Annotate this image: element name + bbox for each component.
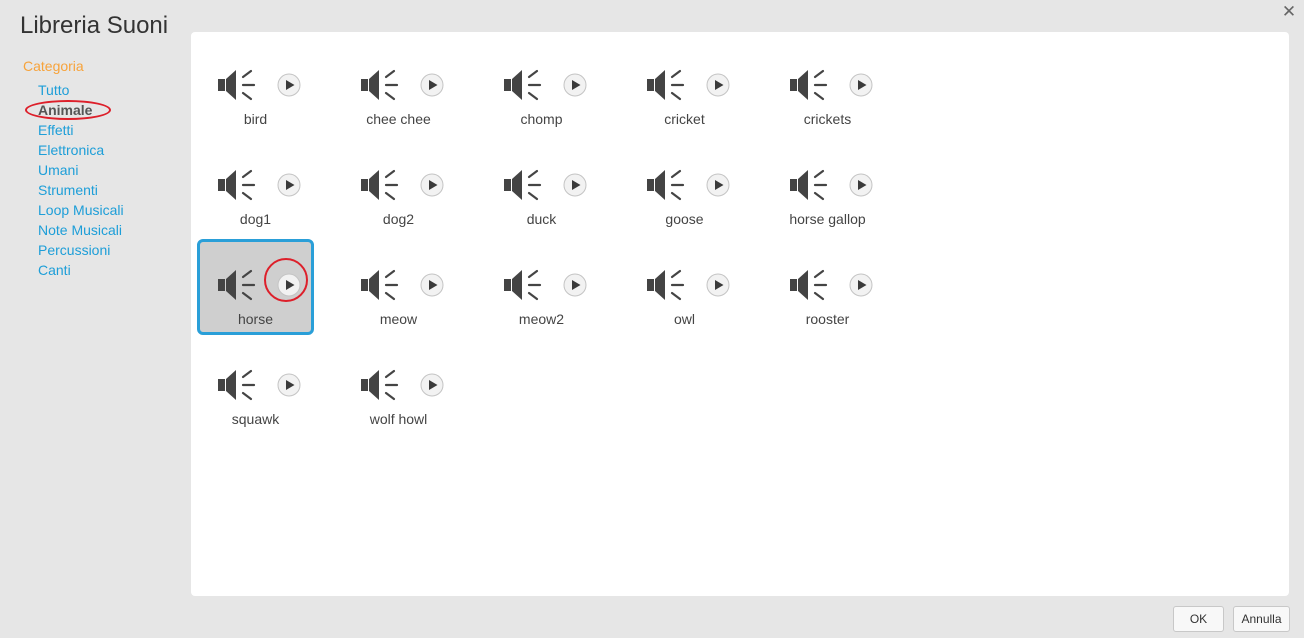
dialog-title: Libreria Suoni (20, 12, 169, 39)
category-item-effetti[interactable]: Effetti (38, 121, 74, 139)
sound-name: dog1 (239, 211, 272, 227)
sound-item-meow2[interactable]: meow2 (483, 239, 600, 335)
play-icon[interactable] (277, 373, 301, 397)
play-icon[interactable] (277, 73, 301, 97)
speaker-icon (790, 68, 828, 102)
ok-button[interactable]: OK (1173, 606, 1224, 632)
sound-item-horse[interactable]: horse (197, 239, 314, 335)
category-item-loop-musicali[interactable]: Loop Musicali (38, 201, 124, 219)
sound-item-bird[interactable]: bird (197, 39, 314, 135)
category-item-elettronica[interactable]: Elettronica (38, 141, 104, 159)
speaker-icon (647, 168, 685, 202)
category-item-animale[interactable]: Animale (38, 101, 92, 119)
speaker-icon (361, 168, 399, 202)
sound-grid-panel: bird chee chee chomp cricket crickets dog1 dog… (191, 32, 1289, 596)
category-item-tutto[interactable]: Tutto (38, 81, 69, 99)
speaker-icon (790, 268, 828, 302)
speaker-icon (361, 68, 399, 102)
play-icon[interactable] (849, 273, 873, 297)
sound-item-squawk[interactable]: squawk (197, 339, 314, 435)
sound-item-duck[interactable]: duck (483, 139, 600, 235)
sound-item-crickets[interactable]: crickets (769, 39, 886, 135)
sound-item-dog2[interactable]: dog2 (340, 139, 457, 235)
sound-name: crickets (803, 111, 852, 127)
sound-item-wolf-howl[interactable]: wolf howl (340, 339, 457, 435)
sound-name: dog2 (382, 211, 415, 227)
speaker-icon (361, 368, 399, 402)
speaker-icon (647, 268, 685, 302)
sound-name: wolf howl (369, 411, 428, 427)
play-icon[interactable] (706, 273, 730, 297)
speaker-icon (361, 268, 399, 302)
play-icon[interactable] (563, 173, 587, 197)
category-item-umani[interactable]: Umani (38, 161, 78, 179)
play-icon[interactable] (849, 73, 873, 97)
sound-name: chomp (520, 111, 563, 127)
play-icon[interactable] (563, 73, 587, 97)
sound-item-owl[interactable]: owl (626, 239, 743, 335)
speaker-icon (218, 268, 256, 302)
sound-name: chee chee (366, 111, 431, 127)
play-icon[interactable] (277, 273, 301, 297)
close-icon[interactable]: ✕ (1280, 2, 1298, 22)
category-item-strumenti[interactable]: Strumenti (38, 181, 98, 199)
category-item-percussioni[interactable]: Percussioni (38, 241, 110, 259)
sound-name: meow (379, 311, 418, 327)
sound-item-chee-chee[interactable]: chee chee (340, 39, 457, 135)
cancel-button[interactable]: Annulla (1233, 606, 1290, 632)
play-icon[interactable] (706, 173, 730, 197)
sound-name: horse (237, 311, 274, 327)
sound-name: cricket (664, 111, 705, 127)
speaker-icon (504, 168, 542, 202)
play-icon[interactable] (420, 73, 444, 97)
category-item-note-musicali[interactable]: Note Musicali (38, 221, 122, 239)
play-icon[interactable] (706, 73, 730, 97)
speaker-icon (504, 268, 542, 302)
play-icon[interactable] (849, 173, 873, 197)
speaker-icon (218, 168, 256, 202)
speaker-icon (218, 368, 256, 402)
speaker-icon (218, 68, 256, 102)
sound-name: squawk (231, 411, 280, 427)
play-icon[interactable] (277, 173, 301, 197)
play-icon[interactable] (420, 373, 444, 397)
sound-item-cricket[interactable]: cricket (626, 39, 743, 135)
speaker-icon (504, 68, 542, 102)
sound-item-dog1[interactable]: dog1 (197, 139, 314, 235)
sound-name: bird (243, 111, 268, 127)
sound-name: meow2 (518, 311, 565, 327)
play-icon[interactable] (420, 273, 444, 297)
speaker-icon (647, 68, 685, 102)
play-icon[interactable] (563, 273, 587, 297)
sound-item-meow[interactable]: meow (340, 239, 457, 335)
sound-name: goose (665, 211, 704, 227)
speaker-icon (790, 168, 828, 202)
sound-name: rooster (805, 311, 850, 327)
sound-item-goose[interactable]: goose (626, 139, 743, 235)
play-icon[interactable] (420, 173, 444, 197)
sound-item-chomp[interactable]: chomp (483, 39, 600, 135)
sound-name: horse gallop (789, 211, 866, 227)
sound-item-horse-gallop[interactable]: horse gallop (769, 139, 886, 235)
sound-name: owl (673, 311, 695, 327)
category-heading: Categoria (23, 58, 84, 74)
category-item-canti[interactable]: Canti (38, 261, 71, 279)
sound-item-rooster[interactable]: rooster (769, 239, 886, 335)
sound-name: duck (526, 211, 557, 227)
